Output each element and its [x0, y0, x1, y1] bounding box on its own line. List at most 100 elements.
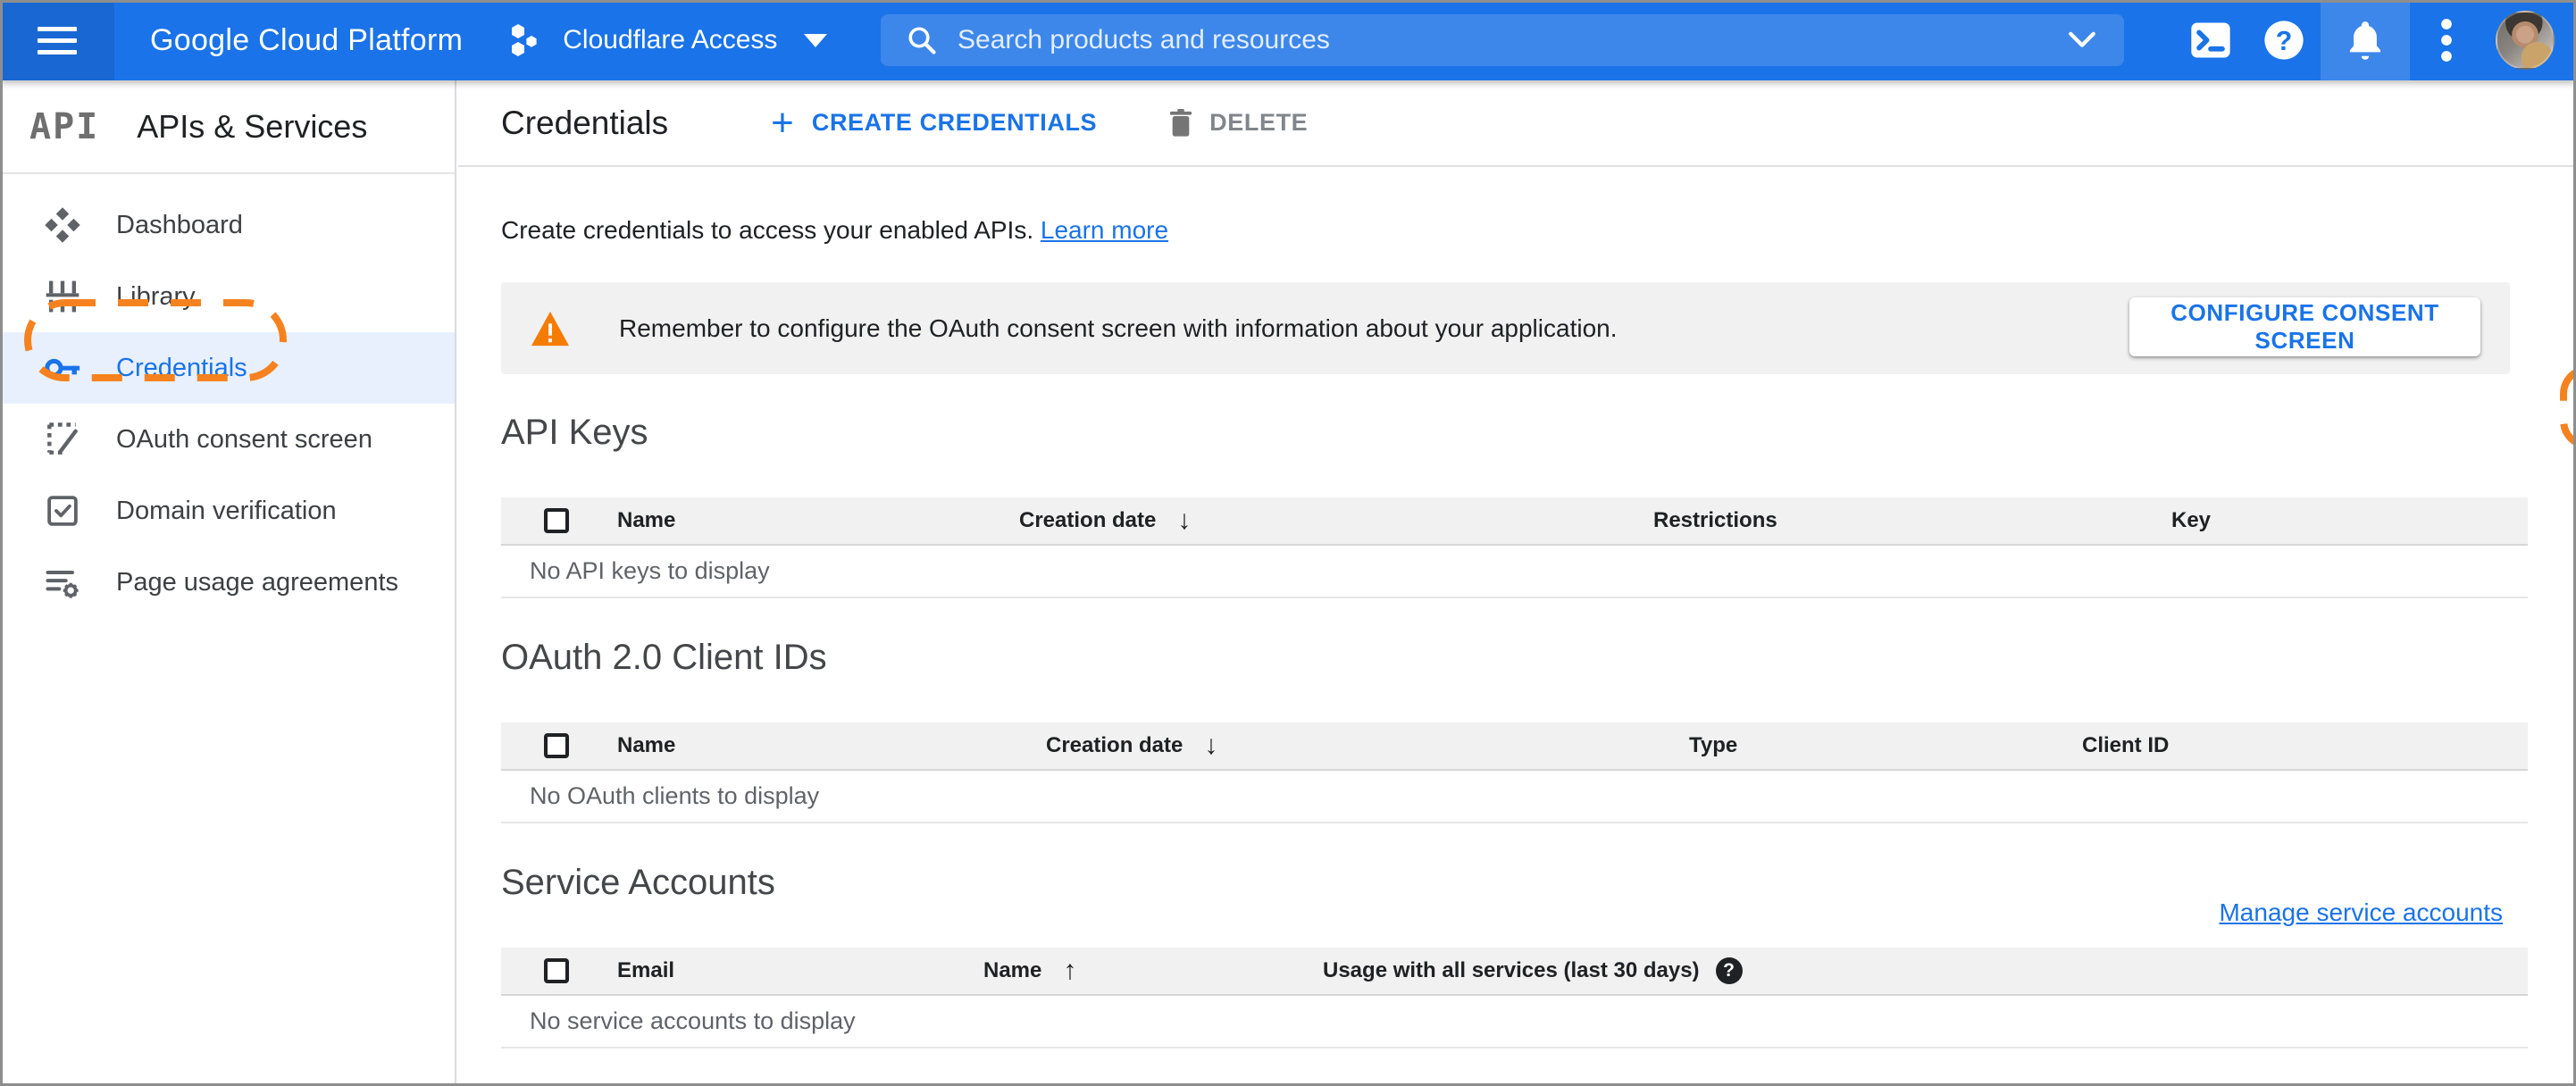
cloud-shell-button[interactable]: [2174, 0, 2247, 80]
usage-label: Usage with all services (last 30 days): [1323, 958, 1700, 982]
service-accounts-table: Email Name ↑ Usage with all services (la…: [501, 948, 2528, 1048]
service-accounts-section-title: Service Accounts: [501, 863, 775, 902]
service-accounts-empty-text: No service accounts to display: [530, 1007, 856, 1034]
sidebar-item-label: OAuth consent screen: [116, 424, 372, 454]
oauth-empty-text: No OAuth clients to display: [530, 782, 820, 809]
sidebar-item-library[interactable]: Library: [0, 261, 455, 332]
sort-descending-icon[interactable]: ↓: [1177, 505, 1191, 536]
sidebar-item-label: Credentials: [116, 353, 247, 382]
search-bar[interactable]: [881, 14, 2124, 66]
search-chevron-down-icon[interactable]: [2067, 30, 2097, 50]
column-header-key[interactable]: Key: [2171, 508, 2528, 533]
service-accounts-table-header: Email Name ↑ Usage with all services (la…: [501, 948, 2528, 996]
plus-icon: +: [771, 100, 794, 145]
project-selector[interactable]: Cloudflare Access: [509, 22, 828, 58]
page-usage-agreements-icon: [39, 563, 86, 602]
project-name: Cloudflare Access: [563, 25, 778, 54]
configure-consent-screen-button[interactable]: CONFIGURE CONSENT SCREEN: [2129, 297, 2480, 356]
domain-verification-icon: [39, 492, 86, 530]
sidebar-item-dashboard[interactable]: Dashboard: [0, 189, 455, 261]
help-button[interactable]: ?: [2247, 0, 2321, 80]
sidebar-item-label: Domain verification: [116, 496, 337, 525]
page-title: Credentials: [501, 104, 669, 141]
gcp-logo[interactable]: Google Cloud Platform: [150, 23, 463, 58]
sort-ascending-icon[interactable]: ↑: [1063, 956, 1076, 986]
name-label: Name: [983, 958, 1042, 982]
sidebar-item-label: Dashboard: [116, 210, 243, 239]
delete-label: DELETE: [1209, 109, 1309, 136]
sidebar-header: API APIs & Services: [0, 80, 455, 174]
select-all-checkbox[interactable]: [544, 958, 569, 983]
create-credentials-button[interactable]: + CREATE CREDENTIALS: [771, 100, 1098, 145]
key-icon: [39, 347, 86, 388]
consent-screen-icon: [39, 420, 86, 459]
column-header-type[interactable]: Type: [1689, 733, 2082, 758]
api-keys-table-header: Name Creation date ↓ Restrictions Key: [501, 497, 2528, 546]
delete-button[interactable]: DELETE: [1167, 107, 1308, 139]
warning-icon: [531, 311, 569, 346]
api-logo: API: [29, 105, 100, 147]
sidebar-item-domain-verification[interactable]: Domain verification: [0, 475, 455, 547]
column-header-restrictions[interactable]: Restrictions: [1653, 508, 2171, 533]
sidebar: API APIs & Services Dashboard Library Cr…: [0, 80, 456, 1086]
select-all-checkbox[interactable]: [544, 733, 569, 758]
sidebar-item-oauth-consent-screen[interactable]: OAuth consent screen: [0, 404, 455, 475]
search-icon: [908, 27, 936, 54]
creation-date-label: Creation date: [1046, 733, 1183, 757]
notifications-button[interactable]: [2321, 0, 2410, 80]
manage-service-accounts-link[interactable]: Manage service accounts: [2219, 898, 2503, 927]
terminal-icon: [2191, 22, 2230, 58]
column-header-name[interactable]: Name: [617, 733, 1046, 758]
top-app-bar: Google Cloud Platform Cloudflare Access: [0, 0, 2576, 80]
column-header-name[interactable]: Name ↑: [983, 956, 1323, 986]
page-toolbar: Credentials + CREATE CREDENTIALS DELETE: [458, 80, 2576, 167]
intro-text: Create credentials to access your enable…: [501, 216, 1168, 245]
project-caret-icon: [804, 33, 828, 47]
column-header-usage[interactable]: Usage with all services (last 30 days) ?: [1323, 957, 2528, 984]
search-input[interactable]: [958, 25, 2067, 55]
sidebar-item-page-usage-agreements[interactable]: Page usage agreements: [0, 547, 455, 618]
creation-date-label: Creation date: [1019, 508, 1157, 532]
column-header-name[interactable]: Name: [617, 508, 1019, 533]
main-content: Credentials + CREATE CREDENTIALS DELETE …: [458, 80, 2576, 1086]
sort-descending-icon[interactable]: ↓: [1204, 731, 1217, 761]
trash-icon: [1170, 108, 1192, 137]
gcp-console-window: Google Cloud Platform Cloudflare Access: [0, 0, 2576, 1086]
sidebar-item-credentials[interactable]: Credentials: [0, 332, 455, 404]
column-header-client-id[interactable]: Client ID: [2082, 733, 2528, 758]
help-icon: ?: [2264, 21, 2304, 60]
service-accounts-empty-row: No service accounts to display: [501, 996, 2528, 1048]
library-icon: [39, 277, 86, 316]
dashboard-icon: [39, 205, 86, 245]
oauth-section-title: OAuth 2.0 Client IDs: [501, 638, 827, 677]
kebab-menu-icon: [2441, 19, 2452, 62]
api-keys-table: Name Creation date ↓ Restrictions Key No…: [501, 497, 2528, 598]
navigation-menu-button[interactable]: [0, 0, 114, 80]
sidebar-menu: Dashboard Library Credentials OAuth cons…: [0, 189, 455, 618]
consent-button-annotation-highlight: [2560, 368, 2576, 447]
api-keys-empty-row: No API keys to display: [501, 546, 2528, 598]
column-header-email[interactable]: Email: [617, 958, 983, 983]
column-header-creation-date[interactable]: Creation date ↓: [1019, 505, 1653, 536]
user-avatar[interactable]: [2496, 11, 2555, 70]
oauth-clients-table: Name Creation date ↓ Type Client ID No O…: [501, 723, 2528, 823]
hamburger-icon: [38, 20, 77, 62]
more-options-button[interactable]: [2410, 0, 2483, 80]
warning-text: Remember to configure the OAuth consent …: [619, 313, 1618, 342]
bell-icon: [2349, 21, 2381, 60]
column-header-creation-date[interactable]: Creation date ↓: [1046, 731, 1689, 761]
header-actions: ?: [2174, 0, 2555, 80]
oauth-empty-row: No OAuth clients to display: [501, 771, 2528, 823]
intro-sentence: Create credentials to access your enable…: [501, 216, 1034, 244]
svg-text:?: ?: [2276, 27, 2293, 56]
oauth-table-header: Name Creation date ↓ Type Client ID: [501, 723, 2528, 771]
sidebar-item-label: Page usage agreements: [116, 567, 398, 597]
sidebar-title: APIs & Services: [137, 107, 368, 145]
project-icon: [512, 24, 537, 56]
usage-help-icon[interactable]: ?: [1715, 957, 1743, 984]
sidebar-item-label: Library: [116, 281, 196, 311]
learn-more-link[interactable]: Learn more: [1041, 216, 1168, 244]
api-keys-section-title: API Keys: [501, 413, 648, 452]
create-credentials-label: CREATE CREDENTIALS: [811, 109, 1098, 136]
select-all-checkbox[interactable]: [544, 508, 569, 533]
